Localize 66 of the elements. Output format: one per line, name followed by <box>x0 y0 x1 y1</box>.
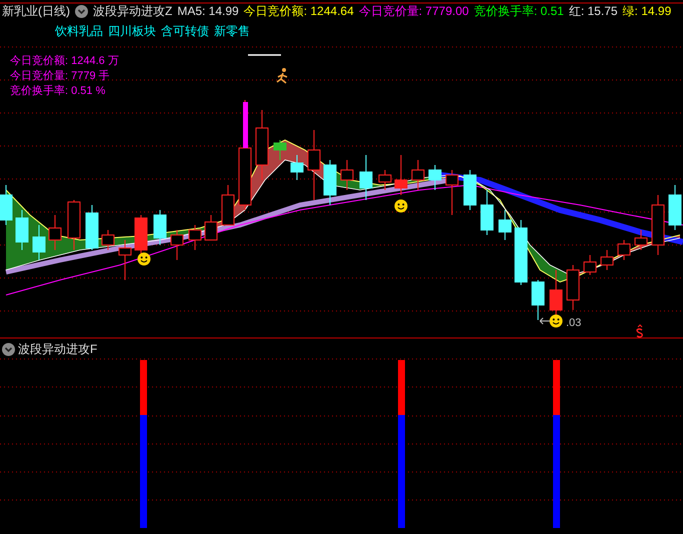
running-figure-icon <box>276 68 288 84</box>
candlestick <box>446 170 458 216</box>
candlestick <box>600 250 614 270</box>
indicator-name: 波段异动进攻Z <box>93 3 172 20</box>
candlestick <box>290 154 304 180</box>
sector-tag[interactable]: 含可转债 <box>161 22 209 40</box>
candlestick <box>170 230 184 260</box>
candlestick <box>340 160 354 190</box>
indicator-value: 今日竞价额: 1244.64 <box>244 3 354 20</box>
indicator-value: 绿: 14.99 <box>622 3 672 20</box>
highlight-bar <box>243 102 248 148</box>
candlestick <box>324 160 336 206</box>
candlestick <box>652 194 664 256</box>
candlestick <box>550 270 562 316</box>
candlestick <box>360 154 372 200</box>
marker-line <box>248 54 281 56</box>
candlestick <box>532 280 544 320</box>
candlestick <box>48 214 62 250</box>
stat-line: 竞价换手率: 0.51 % <box>10 84 106 99</box>
sector-tag[interactable]: 饮料乳品 <box>55 22 103 40</box>
indicator-value: MA5: 14.99 <box>177 3 239 20</box>
candlestick <box>274 140 286 160</box>
candlestick <box>428 164 442 190</box>
candlestick <box>308 130 320 200</box>
candlestick <box>618 240 630 260</box>
indicator-value: 竞价换手率: 0.51 <box>474 3 564 20</box>
candlestick <box>634 230 648 250</box>
candlestick <box>514 220 528 286</box>
candlestick <box>566 264 580 310</box>
chevron-down-icon[interactable] <box>2 342 15 356</box>
arrow-left-icon <box>540 318 550 324</box>
smiley-icon <box>550 314 562 328</box>
stat-line: 今日竞价额: 1244.6 万 <box>10 54 119 69</box>
candlestick <box>204 214 218 240</box>
candlestick <box>86 204 98 250</box>
candlestick <box>256 110 268 180</box>
chevron-down-icon[interactable] <box>75 4 88 18</box>
sector-tag[interactable]: 新零售 <box>214 22 250 40</box>
candlestick <box>134 214 148 256</box>
candlestick <box>394 154 408 196</box>
candlestick <box>32 224 46 260</box>
indicator-value: 红: 15.75 <box>568 3 618 20</box>
candlestick <box>16 210 28 250</box>
smiley-icon <box>138 252 150 266</box>
candlestick <box>154 210 166 246</box>
candlestick <box>0 184 12 226</box>
candlestick <box>498 210 512 240</box>
candlestick <box>378 170 392 190</box>
sector-tag[interactable]: 四川板块 <box>108 22 156 40</box>
candlestick <box>584 254 596 276</box>
candlestick <box>118 240 132 280</box>
s-mark-icon <box>636 324 643 338</box>
candlestick <box>68 200 80 250</box>
stat-line: 今日竞价量: 7779 手 <box>10 69 110 84</box>
indicator-value: 今日竞价量: 7779.00 <box>358 3 469 20</box>
candlestick <box>668 184 682 230</box>
candlestick <box>102 230 114 250</box>
candlestick <box>480 190 494 236</box>
candlestick <box>464 170 476 210</box>
smiley-icon <box>394 200 408 212</box>
candlestick <box>188 224 202 250</box>
indicator-name: 波段异动进攻F <box>18 341 98 358</box>
candlestick <box>222 184 234 226</box>
price-low-label: .03 <box>566 316 582 331</box>
stock-title: 新乳业(日线) <box>2 3 70 20</box>
candlestick <box>412 160 424 190</box>
